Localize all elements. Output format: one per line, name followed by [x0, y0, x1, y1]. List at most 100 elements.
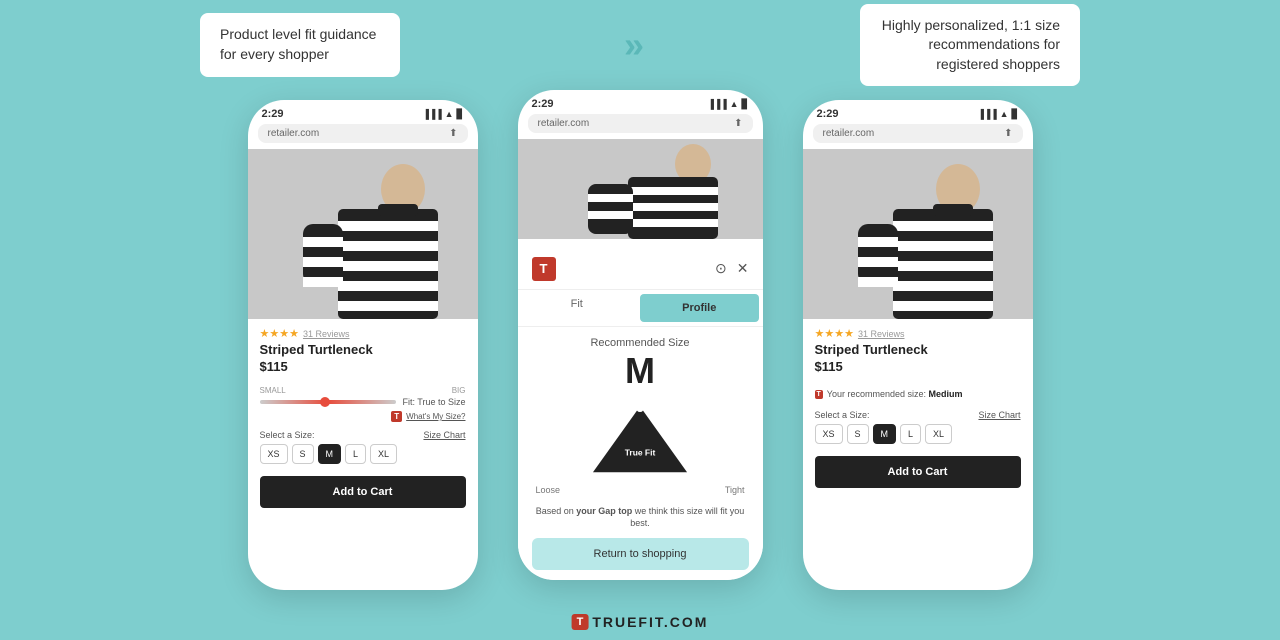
return-to-shopping-btn[interactable]: Return to shopping [532, 538, 749, 570]
select-size-label-right: Select a Size: [815, 410, 870, 420]
size-buttons-left: XS S M L XL [260, 444, 466, 464]
chevron-right-icon: » [624, 24, 636, 66]
fit-bar-container-left: Fit: True to Size [260, 397, 466, 407]
size-btn-m-right[interactable]: M [873, 424, 897, 444]
loose-label: Loose [536, 485, 561, 495]
browser-bar-right: retailer.com ⬆ [803, 124, 1033, 149]
size-btn-xl-left[interactable]: XL [370, 444, 397, 464]
share-icon-right: ⬆ [1004, 128, 1012, 139]
size-btn-l-left[interactable]: L [345, 444, 366, 464]
add-to-cart-left[interactable]: Add to Cart [260, 476, 466, 508]
top-right-banner: Highly personalized, 1:1 size recommenda… [860, 4, 1080, 87]
fit-gauge-svg: True Fit [570, 397, 710, 477]
top-left-text: Product level fit guidance for every sho… [220, 26, 376, 62]
fit-big-left: BIG [452, 386, 466, 395]
whats-my-size-left[interactable]: What's My Size? [406, 412, 465, 421]
size-btn-xs-left[interactable]: XS [260, 444, 288, 464]
close-icon[interactable]: ✕ [737, 260, 749, 277]
fit-bar-track-left [260, 400, 397, 404]
profile-icon[interactable]: ⊙ [715, 260, 727, 277]
panel-tabs: Fit Profile [518, 290, 763, 327]
time-middle: 2:29 [532, 98, 554, 110]
t-logo-icon: T [532, 257, 556, 281]
top-left-banner: Product level fit guidance for every sho… [200, 13, 400, 76]
based-on-bold: your Gap top [576, 506, 632, 516]
product-name-right: Striped Turtleneck [815, 342, 1021, 357]
reviews-right: 31 Reviews [858, 329, 905, 339]
rec-badge-text-right: Your recommended size: Medium [827, 389, 963, 399]
time-right: 2:29 [817, 108, 839, 120]
status-icons-left: ▐▐▐ ▲ ▊ [423, 109, 464, 120]
product-info-left: ★★★★ 31 Reviews Striped Turtleneck $115 [248, 319, 478, 382]
size-btn-xs-right[interactable]: XS [815, 424, 843, 444]
top-right-text: Highly personalized, 1:1 size recommenda… [882, 17, 1060, 72]
size-header-right: Select a Size: Size Chart [815, 410, 1021, 420]
product-info-right: ★★★★ 31 Reviews Striped Turtleneck $115 [803, 319, 1033, 382]
size-section-right: Select a Size: Size Chart XS S M L XL [803, 406, 1033, 448]
panel-icons: ⊙ ✕ [715, 260, 748, 277]
fit-section-left: SMALL BIG Fit: True to Size T What's My … [248, 382, 478, 426]
rec-size-widget: Recommended Size M True Fit Loose Tig [518, 327, 763, 505]
svg-text:True Fit: True Fit [625, 447, 656, 457]
size-buttons-right: XS S M L XL [815, 424, 1021, 444]
size-btn-l-right[interactable]: L [900, 424, 921, 444]
size-section-left: Select a Size: Size Chart XS S M L XL [248, 426, 478, 468]
star-rating-right: ★★★★ [815, 327, 854, 340]
url-text-right: retailer.com [823, 128, 875, 139]
tab-profile[interactable]: Profile [640, 294, 759, 322]
status-bar-left: 2:29 ▐▐▐ ▲ ▊ [248, 100, 478, 124]
size-btn-xl-right[interactable]: XL [925, 424, 952, 444]
product-price-right: $115 [815, 359, 1021, 374]
based-on-prefix: Based on [536, 506, 577, 516]
sweater-svg-middle [518, 139, 763, 239]
based-on-suffix: we think this size will fit you best. [630, 506, 744, 529]
gauge-labels: Loose Tight [532, 485, 749, 495]
url-text-left: retailer.com [268, 128, 320, 139]
size-btn-s-right[interactable]: S [847, 424, 869, 444]
fit-small-left: SMALL [260, 386, 286, 395]
stars-right: ★★★★ 31 Reviews [815, 327, 1021, 340]
fit-gauge: True Fit [570, 397, 710, 477]
phone-middle: 2:29 ▐▐▐ ▲ ▊ retailer.com ⬆ [518, 90, 763, 580]
product-image-middle [518, 139, 763, 239]
fit-label-left: Fit: True to Size [402, 397, 465, 407]
share-icon-left: ⬆ [449, 128, 457, 139]
rec-size-letter: M [532, 353, 749, 389]
product-price-left: $115 [260, 359, 466, 374]
product-image-right [803, 149, 1033, 319]
product-name-left: Striped Turtleneck [260, 342, 466, 357]
add-to-cart-right[interactable]: Add to Cart [815, 456, 1021, 488]
size-btn-s-left[interactable]: S [292, 444, 314, 464]
share-icon-middle: ⬆ [734, 118, 742, 129]
rec-text-right: Your recommended size: [827, 389, 926, 399]
trufit-panel: T ⊙ ✕ Fit Profile Recommended Size M [518, 247, 763, 580]
tight-label: Tight [725, 485, 745, 495]
panel-header: T ⊙ ✕ [518, 247, 763, 290]
status-icons-right: ▐▐▐ ▲ ▊ [978, 109, 1019, 120]
star-rating-left: ★★★★ [260, 327, 299, 340]
fit-bar-thumb-left [320, 397, 330, 407]
rec-size-right: Medium [929, 389, 963, 399]
url-bar-middle: retailer.com ⬆ [528, 114, 753, 133]
sweater-svg-left [248, 149, 478, 319]
size-chart-link-right[interactable]: Size Chart [978, 410, 1020, 420]
rec-size-label: Recommended Size [532, 337, 749, 349]
phone-right: 2:29 ▐▐▐ ▲ ▊ retailer.com ⬆ [803, 100, 1033, 590]
stars-left: ★★★★ 31 Reviews [260, 327, 466, 340]
top-section: Product level fit guidance for every sho… [0, 0, 1280, 90]
status-bar-right: 2:29 ▐▐▐ ▲ ▊ [803, 100, 1033, 124]
browser-bar-left: retailer.com ⬆ [248, 124, 478, 149]
time-left: 2:29 [262, 108, 284, 120]
size-btn-m-left[interactable]: M [318, 444, 342, 464]
reviews-left: 31 Reviews [303, 329, 350, 339]
tab-fit[interactable]: Fit [518, 290, 637, 326]
browser-bar-middle: retailer.com ⬆ [518, 114, 763, 139]
rec-section-right: T Your recommended size: Medium [803, 382, 1033, 406]
url-bar-right: retailer.com ⬆ [813, 124, 1023, 143]
trufit-t-badge-right: T [815, 390, 823, 399]
fit-bar-label-left: SMALL BIG [260, 386, 466, 395]
size-chart-link-left[interactable]: Size Chart [423, 430, 465, 440]
select-size-label-left: Select a Size: [260, 430, 315, 440]
product-image-left [248, 149, 478, 319]
phone-left: 2:29 ▐▐▐ ▲ ▊ retailer.com ⬆ [248, 100, 478, 590]
